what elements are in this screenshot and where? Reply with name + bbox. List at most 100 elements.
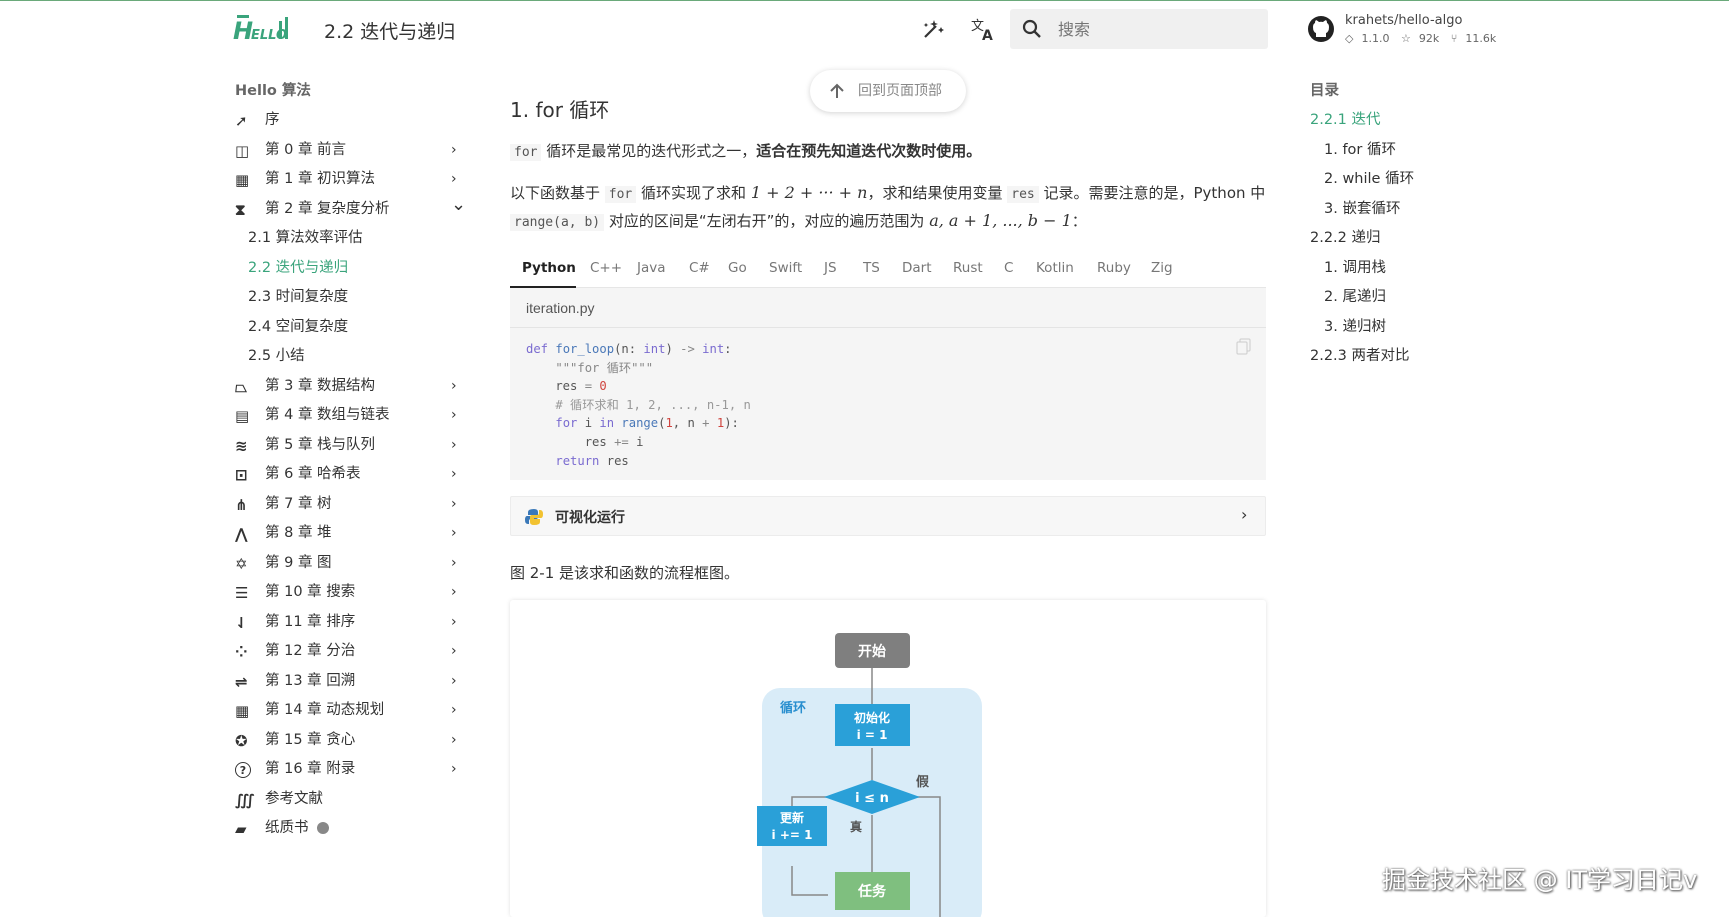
sidebar-item-label: 第 5 章 栈与队列 xyxy=(265,436,376,453)
toc-item[interactable]: 2.2.3 两者对比 xyxy=(1310,342,1530,372)
sidebar-item[interactable]: ✡ 第 9 章 图 › xyxy=(235,549,465,579)
tab-cx[interactable]: C# xyxy=(689,260,710,276)
left-sidebar: Hello 算法 ➚ 序 ◫ 第 0 章 前言 › ▦ 第 1 章 初识算法 › ⧗ 第 2 章 … xyxy=(235,78,466,844)
language-tabs: Python C++ Java C# Go Swift JS TS Dart Rust C Kotli… xyxy=(510,254,1266,288)
tab-rust[interactable]: Rust xyxy=(953,260,983,276)
sidebar-item[interactable]: ➚ 序 xyxy=(235,106,465,136)
chevron-right-icon[interactable]: › xyxy=(451,372,457,402)
tab-dart[interactable]: Dart xyxy=(902,260,932,276)
sidebar-item[interactable]: ◫ 第 0 章 前言 › xyxy=(235,136,465,166)
toc-item[interactable]: 1. for 循环 xyxy=(1310,136,1530,166)
sidebar-subitem[interactable]: 2.1 算法效率评估 xyxy=(235,224,465,254)
chevron-right-icon[interactable]: › xyxy=(451,608,457,638)
sidebar-item[interactable]: ∭ 参考文献 xyxy=(235,785,465,815)
sidebar-subitem[interactable]: 2.5 小结 xyxy=(235,342,465,372)
shapes-icon: ⏢ xyxy=(235,377,248,396)
stack-icon: ≋ xyxy=(235,436,248,455)
search-input[interactable] xyxy=(1056,9,1256,49)
text-span: 循环是最常见的迭代形式之一， xyxy=(541,142,757,160)
sidebar-item[interactable]: ⊡ 第 6 章 哈希表 › xyxy=(235,460,465,490)
sidebar-item[interactable]: ⋔ 第 7 章 树 › xyxy=(235,490,465,520)
chevron-right-icon[interactable]: › xyxy=(451,549,457,579)
toc-item[interactable]: 2. 尾递归 xyxy=(1310,283,1530,313)
toc-item[interactable]: 3. 递归树 xyxy=(1310,313,1530,343)
python-icon xyxy=(525,509,543,525)
flowchart-diagram: 循环 开始 初始化 i = 1 i ≤ n 假 真 更新 i += 1 任务 xyxy=(757,633,982,917)
toc-item[interactable]: 2.2.2 递归 xyxy=(1310,224,1530,254)
toc-item[interactable]: 3. 嵌套循环 xyxy=(1310,195,1530,225)
sidebar-item[interactable]: ▰ 纸质书 xyxy=(235,814,465,844)
repo-stars: 92k xyxy=(1418,32,1440,45)
tab-ruby[interactable]: Ruby xyxy=(1097,260,1131,276)
tab-zig[interactable]: Zig xyxy=(1151,260,1173,276)
sidebar-item[interactable]: ⇌ 第 13 章 回溯 › xyxy=(235,667,465,697)
back-to-top-button[interactable]: 回到页面顶部 xyxy=(810,70,966,112)
math-expression: a, a + 1, ..., b − 1 xyxy=(929,211,1072,230)
sidebar-item[interactable]: ⧗ 第 2 章 复杂度分析 ⌄ xyxy=(235,194,466,225)
tab-js[interactable]: JS xyxy=(824,260,837,276)
visualize-run-panel[interactable]: 可视化运行 › xyxy=(510,496,1266,536)
sidebar-item-label: 第 12 章 分治 xyxy=(265,643,356,659)
chevron-right-icon[interactable]: › xyxy=(451,460,457,490)
sidebar-item-label: 第 11 章 排序 xyxy=(265,613,356,630)
tab-go[interactable]: Go xyxy=(728,260,747,276)
chevron-right-icon[interactable]: › xyxy=(451,696,457,726)
sidebar-subitem[interactable]: 2.2 迭代与递归 xyxy=(235,254,465,284)
github-icon xyxy=(1308,16,1334,42)
sidebar-item[interactable]: ⁘ 第 12 章 分治 › xyxy=(235,637,465,667)
sidebar-subitem[interactable]: 2.3 时间复杂度 xyxy=(235,283,465,313)
search-box[interactable] xyxy=(1010,9,1268,49)
sidebar-item-label: 第 3 章 数据结构 xyxy=(265,377,376,394)
sidebar-item-label: 第 6 章 哈希表 xyxy=(265,466,361,482)
sidebar-item[interactable]: ☰ 第 10 章 搜索 › xyxy=(235,578,465,608)
chevron-right-icon[interactable]: › xyxy=(451,431,457,461)
repo-link[interactable]: krahets/hello-algo ◇ 1.1.0 ☆ 92k ⑂ 11.6k xyxy=(1307,13,1507,49)
code-content[interactable]: def for_loop(n: int) -> int: """for 循环""… xyxy=(510,328,1266,470)
chevron-right-icon[interactable]: › xyxy=(451,490,457,520)
chevron-right-icon[interactable]: › xyxy=(451,136,457,166)
sidebar-item[interactable]: ⋀ 第 8 章 堆 › xyxy=(235,519,465,549)
chevron-down-icon[interactable]: ⌄ xyxy=(451,190,466,220)
sidebar-item-label: 第 15 章 贪心 xyxy=(265,731,356,748)
chevron-right-icon[interactable]: › xyxy=(451,519,457,549)
sidebar-item[interactable]: ⇃ 第 11 章 排序 › xyxy=(235,608,465,638)
sidebar-item[interactable]: ▦ 第 1 章 初识算法 › xyxy=(235,165,465,195)
false-label: 假 xyxy=(916,774,930,790)
chevron-right-icon[interactable]: › xyxy=(451,401,457,431)
sort-icon: ⇃ xyxy=(235,613,248,632)
sidebar-title[interactable]: Hello 算法 xyxy=(235,78,465,106)
toc-item[interactable]: 2.2.1 迭代 xyxy=(1310,106,1530,136)
watermark: 掘金技术社区 @ IT学习日记v xyxy=(1382,866,1698,894)
sidebar-item[interactable]: ▦ 第 14 章 动态规划 › xyxy=(235,696,465,726)
tab-c[interactable]: C xyxy=(1004,260,1013,276)
code-block: iteration.py def for_loop(n: int) -> int… xyxy=(510,288,1266,480)
sidebar-item[interactable]: ✪ 第 15 章 贪心 › xyxy=(235,726,465,756)
back-to-top-label: 回到页面顶部 xyxy=(858,83,942,99)
chevron-right-icon[interactable]: › xyxy=(451,667,457,697)
theme-toggle-icon[interactable] xyxy=(920,15,948,43)
sidebar-item[interactable]: ≋ 第 5 章 栈与队列 › xyxy=(235,431,465,461)
sidebar-subitem[interactable]: 2.4 空间复杂度 xyxy=(235,313,465,343)
chevron-right-icon[interactable]: › xyxy=(451,637,457,667)
tab-python[interactable]: Python xyxy=(522,260,576,276)
chevron-right-icon[interactable]: › xyxy=(451,726,457,756)
chevron-right-icon[interactable]: › xyxy=(451,755,457,785)
copy-icon[interactable] xyxy=(1236,338,1252,356)
sidebar-item[interactable]: ⏢ 第 3 章 数据结构 › xyxy=(235,372,465,402)
help-icon: ? xyxy=(235,762,251,778)
divide-icon: ⁘ xyxy=(235,643,248,661)
tab-ts[interactable]: TS xyxy=(863,260,880,276)
translate-icon[interactable]: 文 A xyxy=(970,15,998,43)
hello-algo-logo[interactable]: H ELLO xyxy=(233,13,293,47)
sidebar-item[interactable]: ? 第 16 章 附录 › xyxy=(235,755,465,785)
toc-item[interactable]: 1. 调用栈 xyxy=(1310,254,1530,284)
sidebar-item[interactable]: ▤ 第 4 章 数组与链表 › xyxy=(235,401,465,431)
toc-item[interactable]: 2. while 循环 xyxy=(1310,165,1530,195)
tab-cxx[interactable]: C++ xyxy=(590,260,622,276)
fork-icon: ⑂ xyxy=(1450,32,1458,45)
tab-java[interactable]: Java xyxy=(637,260,666,276)
sidebar-item-label: 参考文献 xyxy=(265,790,323,807)
tab-kotlin[interactable]: Kotlin xyxy=(1036,260,1074,276)
tab-swift[interactable]: Swift xyxy=(769,260,802,276)
chevron-right-icon[interactable]: › xyxy=(451,578,457,608)
